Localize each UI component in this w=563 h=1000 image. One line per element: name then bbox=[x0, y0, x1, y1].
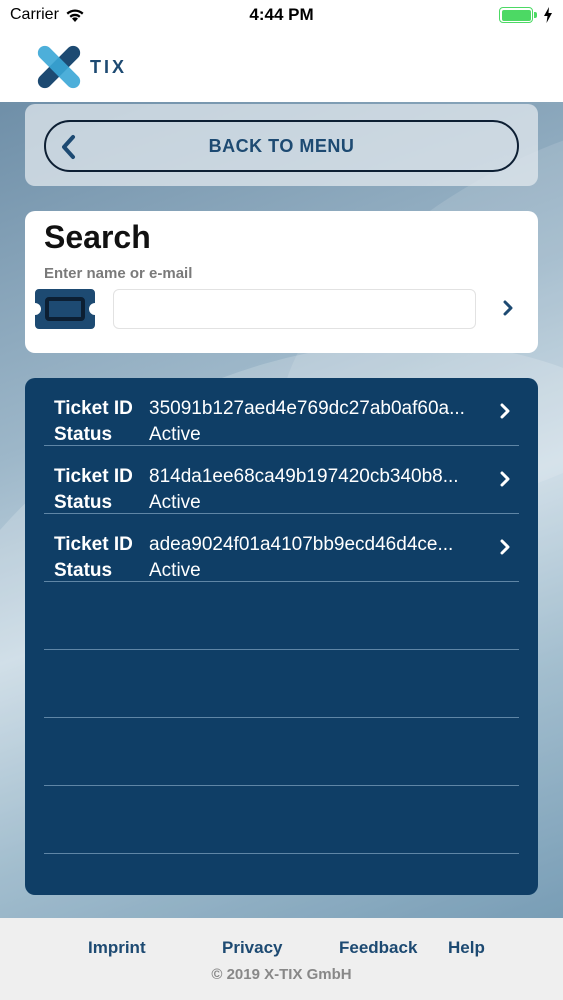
back-to-menu-button[interactable]: BACK TO MENU bbox=[44, 120, 519, 172]
status-value: Active bbox=[149, 492, 201, 513]
search-title: Search bbox=[44, 219, 151, 255]
status-label: Status bbox=[54, 560, 113, 581]
feedback-link[interactable]: Feedback bbox=[339, 938, 417, 958]
empty-row bbox=[44, 650, 519, 718]
search-subtitle: Enter name or e-mail bbox=[44, 265, 193, 282]
battery-area bbox=[499, 7, 553, 23]
status-value: Active bbox=[149, 424, 201, 445]
main-content: BACK TO MENU Search Enter name or e-mail… bbox=[0, 102, 563, 920]
x-logo-icon bbox=[37, 45, 81, 89]
back-to-menu-label: BACK TO MENU bbox=[208, 135, 355, 156]
ticket-id-label: Ticket ID bbox=[54, 466, 133, 487]
status-bar: Carrier 4:44 PM bbox=[0, 0, 563, 30]
carrier-label: Carrier bbox=[10, 6, 59, 23]
ticket-id-value: adea9024f01a4107bb9ecd46d4ce... bbox=[149, 534, 454, 555]
imprint-link[interactable]: Imprint bbox=[88, 938, 146, 958]
empty-row bbox=[44, 718, 519, 786]
ticket-row[interactable]: Ticket ID 35091b127aed4e769dc27ab0af60a..… bbox=[44, 378, 519, 446]
empty-row bbox=[44, 582, 519, 650]
app-header: TIX bbox=[0, 30, 563, 102]
search-input[interactable] bbox=[113, 289, 476, 329]
empty-row bbox=[44, 786, 519, 854]
help-link[interactable]: Help bbox=[448, 938, 485, 958]
logo: TIX bbox=[36, 44, 127, 90]
chevron-left-icon bbox=[62, 135, 75, 159]
chevron-right-icon bbox=[500, 539, 510, 555]
chevron-right-icon bbox=[500, 471, 510, 487]
ticket-id-label: Ticket ID bbox=[54, 398, 133, 419]
ticket-row[interactable]: Ticket ID adea9024f01a4107bb9ecd46d4ce...… bbox=[44, 514, 519, 582]
ticket-row[interactable]: Ticket ID 814da1ee68ca49b197420cb340b8...… bbox=[44, 446, 519, 514]
chevron-right-icon bbox=[500, 403, 510, 419]
brand-name: TIX bbox=[90, 56, 128, 77]
battery-icon bbox=[499, 7, 537, 23]
back-card: BACK TO MENU bbox=[25, 104, 538, 186]
status-label: Status bbox=[54, 424, 113, 445]
carrier-info: Carrier bbox=[10, 6, 85, 24]
search-card: Search Enter name or e-mail bbox=[25, 211, 538, 353]
footer: Imprint Privacy Feedback Help © 2019 X-T… bbox=[0, 918, 563, 1000]
privacy-link[interactable]: Privacy bbox=[222, 938, 283, 958]
ticket-icon bbox=[35, 289, 95, 329]
ticket-id-label: Ticket ID bbox=[54, 534, 133, 555]
ticket-id-value: 814da1ee68ca49b197420cb340b8... bbox=[149, 466, 459, 487]
copyright-text: © 2019 X-TIX GmbH bbox=[211, 966, 352, 983]
ticket-list: Ticket ID 35091b127aed4e769dc27ab0af60a..… bbox=[25, 378, 538, 895]
wifi-icon bbox=[66, 9, 84, 22]
status-label: Status bbox=[54, 492, 113, 513]
charging-icon bbox=[544, 7, 552, 23]
ticket-id-value: 35091b127aed4e769dc27ab0af60a... bbox=[149, 398, 465, 419]
status-value: Active bbox=[149, 560, 201, 581]
search-submit-chevron-icon[interactable] bbox=[501, 299, 515, 317]
